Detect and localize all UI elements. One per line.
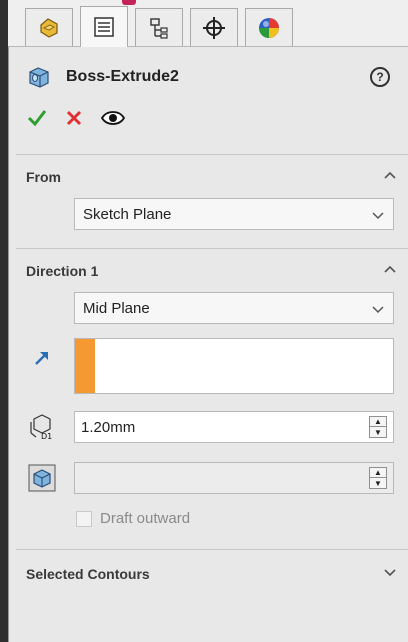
svg-text:D1: D1 bbox=[41, 432, 52, 441]
cancel-button[interactable] bbox=[64, 108, 84, 133]
direction1-section-title: Direction 1 bbox=[26, 263, 99, 279]
ok-button[interactable] bbox=[26, 107, 48, 134]
red-x-icon bbox=[66, 110, 82, 125]
collapse-direction1-button[interactable] bbox=[382, 262, 398, 278]
draft-outward-label: Draft outward bbox=[100, 510, 191, 527]
feature-title: Boss-Extrude2 bbox=[66, 68, 179, 85]
preview-button[interactable] bbox=[100, 108, 126, 133]
help-button[interactable]: ? bbox=[370, 67, 390, 87]
direction-arrow-icon bbox=[35, 352, 48, 365]
divider bbox=[16, 248, 408, 249]
chevron-up-icon bbox=[384, 171, 396, 179]
divider bbox=[16, 549, 408, 550]
from-value: Sketch Plane bbox=[83, 205, 172, 223]
end-condition-value: Mid Plane bbox=[83, 299, 150, 317]
depth-dimension-icon: D1 bbox=[26, 411, 58, 443]
eye-icon bbox=[100, 110, 126, 125]
chevron-down-icon bbox=[371, 302, 385, 320]
crosshair-icon bbox=[201, 15, 227, 41]
direction-selection-box[interactable] bbox=[74, 338, 394, 394]
collapse-from-button[interactable] bbox=[382, 168, 398, 184]
expand-selected-contours-button[interactable] bbox=[382, 564, 398, 580]
property-list-icon bbox=[92, 15, 116, 39]
draft-outward-option: Draft outward bbox=[76, 510, 190, 527]
help-icon: ? bbox=[376, 70, 384, 84]
spin-down-icon[interactable]: ▼ bbox=[370, 478, 386, 488]
chevron-down-icon bbox=[384, 569, 396, 577]
depth-value: 1.20mm bbox=[81, 418, 136, 436]
draft-angle-input[interactable]: ▲ ▼ bbox=[74, 462, 394, 494]
action-buttons bbox=[26, 106, 126, 134]
extrude-feature-icon bbox=[26, 64, 52, 95]
config-tree-icon bbox=[147, 16, 171, 40]
spin-down-icon[interactable]: ▼ bbox=[370, 427, 386, 437]
spin-up-icon[interactable]: ▲ bbox=[370, 417, 386, 427]
depth-input[interactable]: 1.20mm ▲ ▼ bbox=[74, 411, 394, 443]
tab-propertymanager[interactable] bbox=[80, 6, 128, 47]
spin-up-icon[interactable]: ▲ bbox=[370, 468, 386, 478]
depth-spinner[interactable]: ▲ ▼ bbox=[369, 416, 387, 438]
draft-spinner[interactable]: ▲ ▼ bbox=[369, 467, 387, 489]
selected-contours-title: Selected Contours bbox=[26, 566, 150, 582]
tab-featuremanager[interactable] bbox=[25, 8, 73, 46]
draft-outward-checkbox[interactable] bbox=[76, 510, 92, 527]
draft-cube-icon bbox=[28, 464, 56, 492]
pointer-marker bbox=[122, 0, 136, 5]
chevron-down-icon bbox=[371, 208, 385, 226]
tab-configurationmanager[interactable] bbox=[135, 8, 183, 46]
tab-dimxpert[interactable] bbox=[190, 8, 238, 46]
reverse-direction-button[interactable] bbox=[26, 342, 58, 374]
active-selection-marker bbox=[75, 339, 95, 393]
end-condition-dropdown[interactable]: Mid Plane bbox=[74, 292, 394, 324]
tab-appearance[interactable] bbox=[245, 8, 293, 46]
green-check-icon bbox=[27, 109, 47, 126]
draft-toggle-button[interactable] bbox=[26, 462, 58, 494]
feature-header: Boss-Extrude2 ? bbox=[26, 64, 396, 90]
divider bbox=[16, 154, 408, 155]
chevron-up-icon bbox=[384, 265, 396, 273]
from-dropdown[interactable]: Sketch Plane bbox=[74, 198, 394, 230]
color-ball-icon bbox=[256, 15, 282, 41]
from-section-title: From bbox=[26, 169, 61, 185]
hand-part-icon bbox=[36, 15, 62, 41]
